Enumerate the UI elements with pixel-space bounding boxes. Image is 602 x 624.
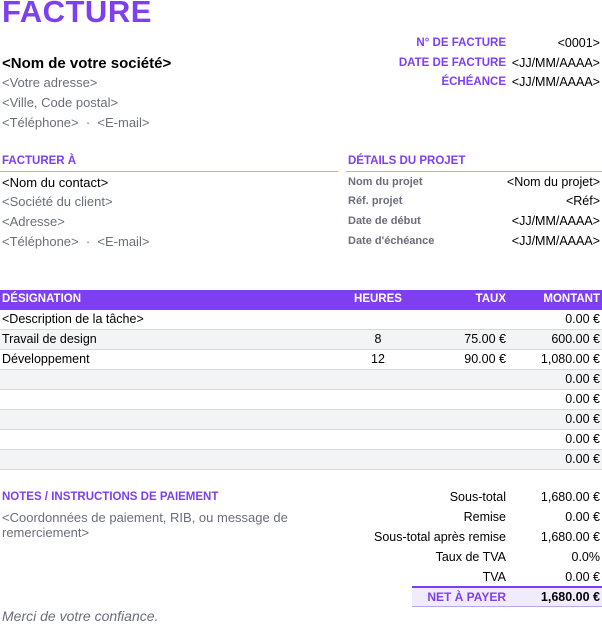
row-description: Développement: [2, 352, 90, 366]
col-hours-header: HEURES: [354, 293, 402, 305]
project-name: <Nom du projet>: [506, 175, 600, 189]
table-row: 0.00 €: [0, 370, 602, 390]
subtotal-after-discount-value: 1,680.00 €: [540, 530, 600, 544]
table-row: <Description de la tâche> 0.00 €: [0, 310, 602, 330]
invoice-number-label: N° DE FACTURE: [416, 37, 506, 49]
project-start: <JJ/MM/AAAA>: [511, 214, 600, 228]
invoice-number: <0001>: [557, 36, 600, 50]
subtotal-after-discount-label: Sous-total après remise: [373, 530, 506, 544]
company-city: <Ville, Code postal>: [2, 95, 119, 110]
table-row: Développement 12 90.00 € 1,080.00 €: [0, 350, 602, 370]
project-start-label: Date de début: [348, 215, 421, 227]
project-due: <JJ/MM/AAAA>: [511, 234, 600, 248]
net-bottom-rule: [412, 606, 602, 607]
table-row: 0.00 €: [0, 410, 602, 430]
row-amount: 0.00 €: [565, 432, 600, 446]
project-ref: <Réf>: [565, 194, 600, 208]
net-to-pay-label: NET À PAYER: [427, 590, 506, 604]
client-address: <Adresse>: [2, 214, 65, 229]
items-table-header: DÉSIGNATION HEURES TAUX MONTANT: [0, 290, 602, 310]
vat-rate-label: Taux de TVA: [435, 550, 506, 564]
bill-to-heading: FACTURER À: [2, 155, 77, 167]
discount-label: Remise: [463, 510, 506, 524]
table-row: 0.00 €: [0, 450, 602, 470]
discount-value: 0.00 €: [565, 510, 600, 524]
notes-heading: NOTES / INSTRUCTIONS DE PAIEMENT: [2, 491, 219, 503]
row-amount: 0.00 €: [565, 412, 600, 426]
invoice-date-label: DATE DE FACTURE: [398, 57, 506, 69]
company-name: <Nom de votre société>: [2, 55, 172, 72]
row-amount: 0.00 €: [565, 372, 600, 386]
invoice-title: FACTURE: [2, 0, 152, 29]
row-rate: 90.00 €: [464, 352, 506, 366]
col-description-header: DÉSIGNATION: [2, 293, 82, 305]
vat-value: 0.00 €: [565, 570, 600, 584]
subtotal-value: 1,680.00 €: [540, 490, 600, 504]
bill-to-divider: [0, 171, 338, 172]
table-row: 0.00 €: [0, 430, 602, 450]
notes-text: <Coordonnées de paiement, RIB, ou messag…: [2, 510, 288, 540]
row-amount: 0.00 €: [565, 452, 600, 466]
row-rate: 75.00 €: [464, 332, 506, 346]
vat-label: TVA: [482, 570, 506, 584]
table-row: 0.00 €: [0, 390, 602, 410]
row-amount: 600.00 €: [551, 332, 600, 346]
due-date-label: ÉCHÉANCE: [441, 76, 506, 88]
project-heading: DÉTAILS DU PROJET: [348, 155, 466, 167]
row-description: <Description de la tâche>: [2, 312, 144, 326]
col-amount-header: MONTANT: [543, 293, 600, 305]
net-to-pay-value: 1,680.00 €: [540, 590, 600, 604]
table-row: Travail de design 8 75.00 € 600.00 €: [0, 330, 602, 350]
row-amount: 0.00 €: [565, 392, 600, 406]
project-ref-label: Réf. projet: [348, 195, 403, 207]
row-hours: 12: [371, 352, 385, 366]
subtotal-label: Sous-total: [449, 490, 506, 504]
project-due-label: Date d'échéance: [348, 235, 435, 247]
client-contact: <Téléphone> · <E-mail>: [2, 234, 150, 249]
company-address: <Votre adresse>: [2, 75, 98, 90]
client-contact-name: <Nom du contact>: [2, 175, 109, 190]
vat-rate-value: 0.0%: [571, 550, 601, 564]
project-name-label: Nom du projet: [348, 176, 423, 188]
col-rate-header: TAUX: [475, 293, 506, 305]
row-amount: 0.00 €: [565, 312, 600, 326]
row-description: Travail de design: [2, 332, 97, 346]
client-company: <Société du client>: [2, 194, 113, 209]
row-amount: 1,080.00 €: [540, 352, 600, 366]
row-hours: 8: [374, 332, 382, 346]
invoice-date: <JJ/MM/AAAA>: [511, 56, 600, 70]
project-divider: [346, 171, 602, 172]
due-date: <JJ/MM/AAAA>: [511, 75, 600, 89]
company-contact: <Téléphone> · <E-mail>: [2, 115, 150, 130]
